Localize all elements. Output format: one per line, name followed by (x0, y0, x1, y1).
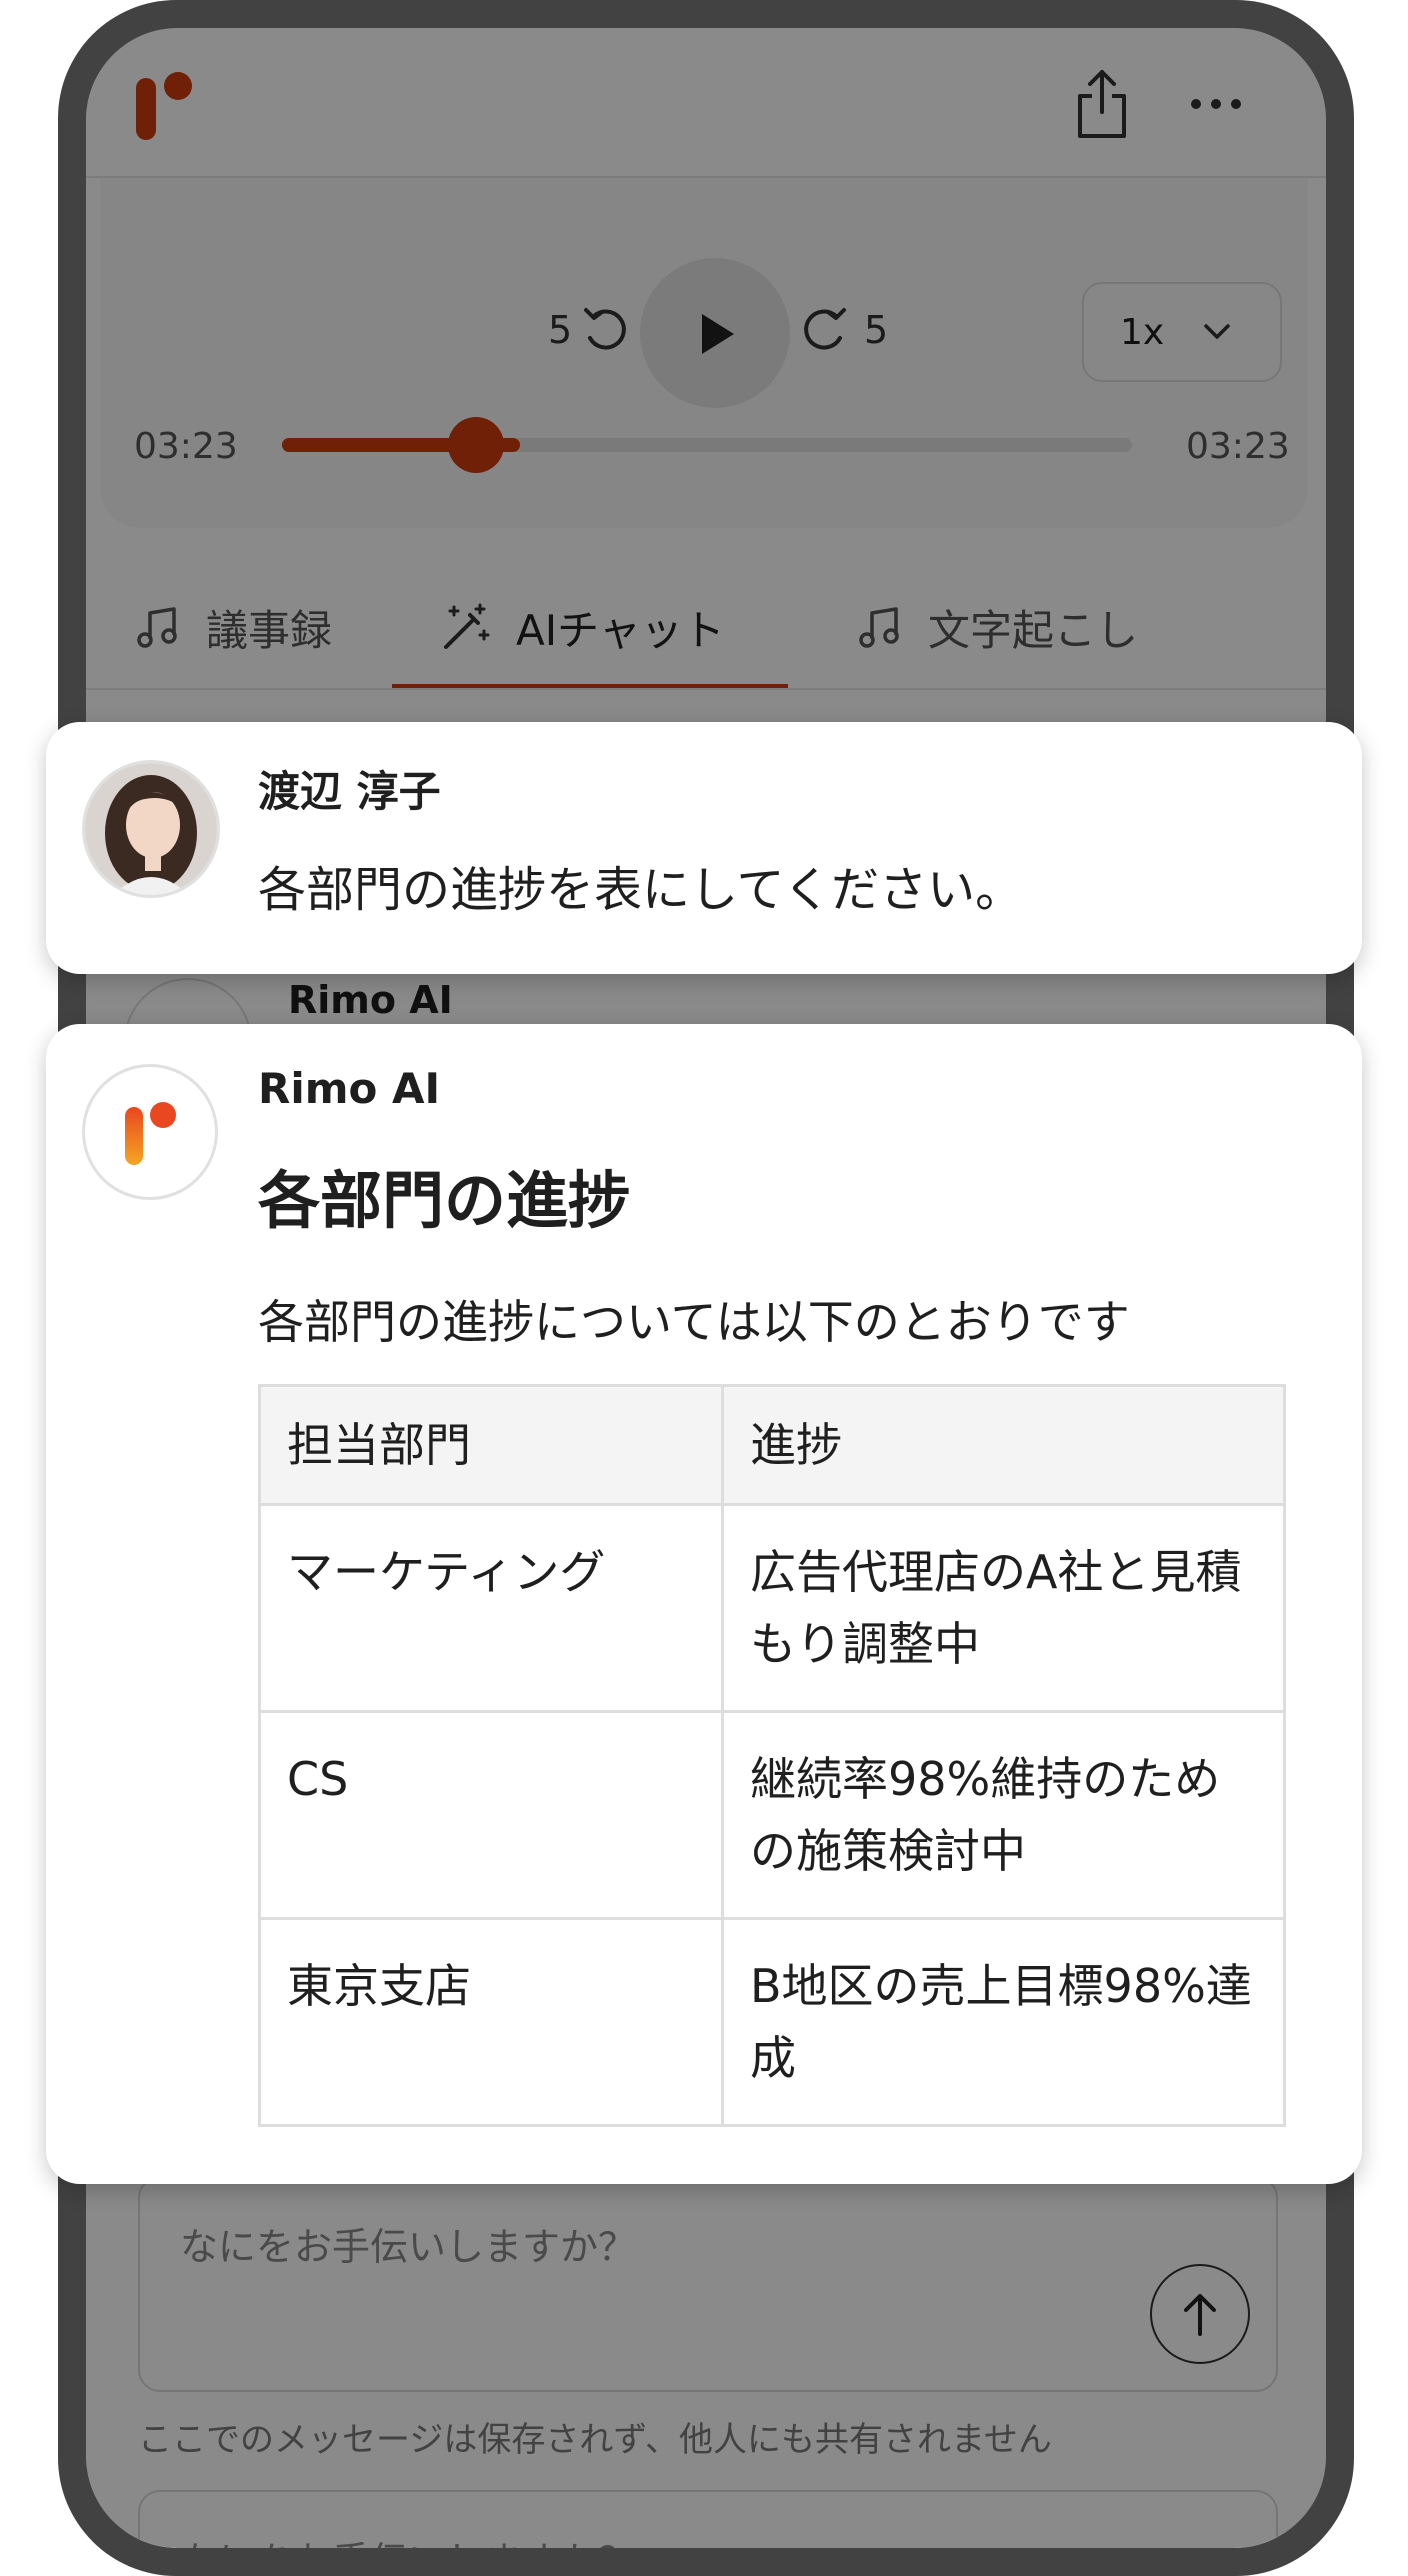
table-row: CS 継続率98%維持のための施策検討中 (258, 1710, 1286, 1920)
more-options-icon[interactable] (1186, 84, 1246, 124)
music-note-icon (137, 607, 177, 648)
table-row: 東京支店 B地区の売上目標98%達成 (258, 1917, 1286, 2127)
user-name: 渡辺 淳子 (258, 767, 441, 816)
elapsed-time: 03:23 (134, 426, 238, 467)
user-message-card: 渡辺 淳子 各部門の進捗を表にしてください。 (46, 722, 1362, 974)
ai-intro-text: 各部門の進捗については以下のとおりです (258, 1295, 1130, 1349)
tab-ai-chat[interactable]: AIチャット (440, 568, 725, 686)
rimo-logo-icon[interactable] (134, 66, 194, 142)
ai-avatar (82, 1064, 218, 1200)
magic-wand-icon (444, 603, 490, 649)
privacy-disclaimer: ここでのメッセージは保存されず、他人にも共有されません (138, 2420, 1052, 2460)
arrow-up-icon (1184, 2294, 1216, 2336)
tab-minutes-label: 議事録 (206, 605, 333, 655)
user-message-text: 各部門の進捗を表にしてください。 (258, 862, 1024, 918)
progress-thumb[interactable] (448, 417, 504, 473)
skip-back-label: 5 (548, 308, 573, 352)
playback-speed-select[interactable]: 1x (1082, 282, 1282, 382)
tab-minutes[interactable]: 議事録 (134, 568, 332, 686)
play-button[interactable] (640, 258, 790, 408)
tab-transcription[interactable]: 文字起こし (856, 568, 1138, 686)
progress-slider[interactable] (282, 417, 1132, 473)
rimo-logo-icon (125, 1102, 176, 1165)
tab-transcription-label: 文字起こし (928, 605, 1139, 655)
tab-bar: 議事録 AIチャット 文字起こし (86, 568, 1326, 690)
table-cell: 広告代理店のA社と見積もり調整中 (721, 1503, 1286, 1713)
ai-message-card: Rimo AI 各部門の進捗 各部門の進捗については以下のとおりです 担当部門 … (46, 1024, 1362, 2184)
table-header-progress: 進捗 (721, 1384, 1286, 1506)
table-header-department: 担当部門 (258, 1384, 724, 1506)
chevron-down-icon (1204, 324, 1230, 339)
skip-forward-label: 5 (864, 308, 889, 352)
app-header (86, 28, 1326, 178)
skip-back-icon[interactable] (578, 302, 634, 358)
playback-speed-value: 1x (1120, 312, 1165, 353)
ai-heading: 各部門の進捗 (258, 1164, 631, 1237)
table-cell: B地区の売上目標98%達成 (721, 1917, 1286, 2127)
share-icon[interactable] (1072, 66, 1132, 142)
progress-table: 担当部門 進捗 マーケティング 広告代理店のA社と見積もり調整中 CS 継続率9… (258, 1384, 1286, 2127)
table-cell: マーケティング (258, 1503, 724, 1713)
table-row: マーケティング 広告代理店のA社と見積もり調整中 (258, 1503, 1286, 1713)
table-cell: 継続率98%維持のための施策検討中 (721, 1710, 1286, 1920)
background-ai-label: Rimo AI (288, 978, 453, 1022)
tab-ai-chat-label: AIチャット (516, 605, 725, 655)
table-header-row: 担当部門 進捗 (258, 1384, 1286, 1506)
chat-input[interactable]: なにをお手伝いしますか？ (138, 2176, 1278, 2392)
send-button[interactable] (1150, 2264, 1250, 2364)
chat-input-placeholder: なにをお手伝いしますか？ (180, 2530, 636, 2548)
music-note-icon (859, 607, 899, 648)
chat-input-placeholder: なにをお手伝いしますか？ (180, 2225, 637, 2269)
skip-forward-icon[interactable] (796, 302, 852, 358)
table-cell: CS (258, 1710, 724, 1920)
play-icon (702, 314, 734, 354)
total-time: 03:23 (1186, 426, 1290, 467)
user-photo-icon (85, 763, 217, 895)
table-cell: 東京支店 (258, 1917, 724, 2127)
user-avatar (82, 760, 220, 898)
chat-input-secondary[interactable]: なにをお手伝いしますか？ (138, 2490, 1278, 2548)
ai-name: Rimo AI (258, 1064, 441, 1113)
active-tab-indicator (392, 684, 788, 688)
audio-player: 5 5 1x 03:23 03:23 (100, 178, 1308, 528)
